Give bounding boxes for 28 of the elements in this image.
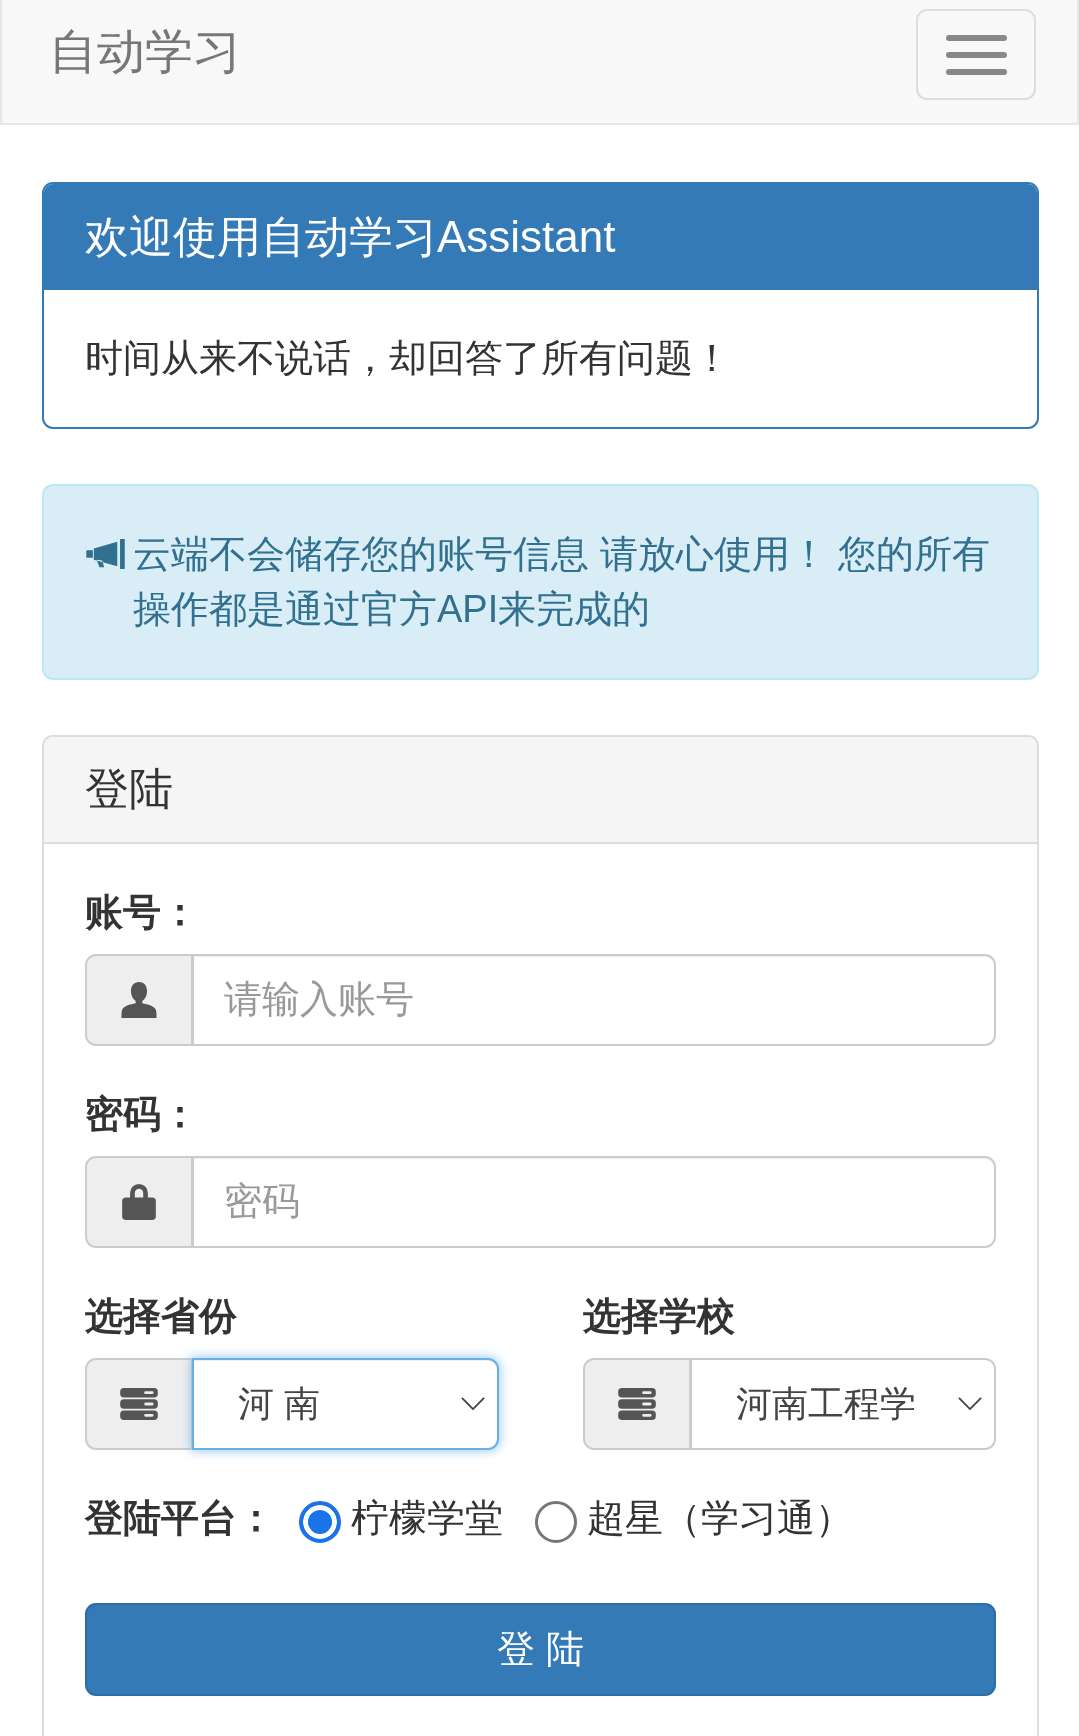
login-button[interactable]: 登 陆 — [85, 1602, 996, 1696]
panel-title: 登陆 — [85, 765, 174, 814]
tasks-icon — [617, 1387, 656, 1420]
menu-toggle-button[interactable] — [916, 9, 1036, 100]
radio-label[interactable]: 超星（学习通） — [587, 1490, 853, 1546]
brand-title[interactable]: 自动学习 — [49, 28, 241, 76]
lock-icon — [122, 1183, 156, 1220]
menu-icon — [945, 34, 1007, 75]
radio-label[interactable]: 柠檬学堂 — [351, 1490, 503, 1546]
tasks-icon — [120, 1387, 158, 1420]
field-label: 密码： — [85, 1091, 200, 1137]
radio-button[interactable] — [535, 1501, 577, 1544]
dropdown-select[interactable]: 河南工程学 — [689, 1357, 996, 1450]
user-icon — [121, 981, 157, 1018]
radio-button[interactable] — [299, 1501, 341, 1544]
field-label: 登陆平台： — [85, 1495, 275, 1541]
field-label: 选择省份 — [85, 1293, 238, 1339]
field-label: 选择学校 — [582, 1293, 736, 1339]
megaphone-icon — [85, 539, 127, 570]
chevron-down-icon — [958, 1397, 982, 1411]
dropdown-select[interactable]: 河 南 — [192, 1357, 499, 1450]
account-input-field[interactable]: 请输入账号 — [192, 953, 996, 1046]
password-input-field[interactable]: 密码 — [192, 1155, 996, 1248]
chevron-down-icon — [460, 1397, 485, 1411]
quote-text: 时间从来不说话，却回答了所有问题！ — [84, 336, 732, 382]
panel-title: 欢迎使用自动学习Assistant — [85, 213, 617, 262]
notice-text: 云端不会储存您的账号信息 请放心使用！ 您的所有操作都是通过官方API来完成的 — [133, 532, 992, 633]
field-label: 账号： — [85, 889, 200, 935]
